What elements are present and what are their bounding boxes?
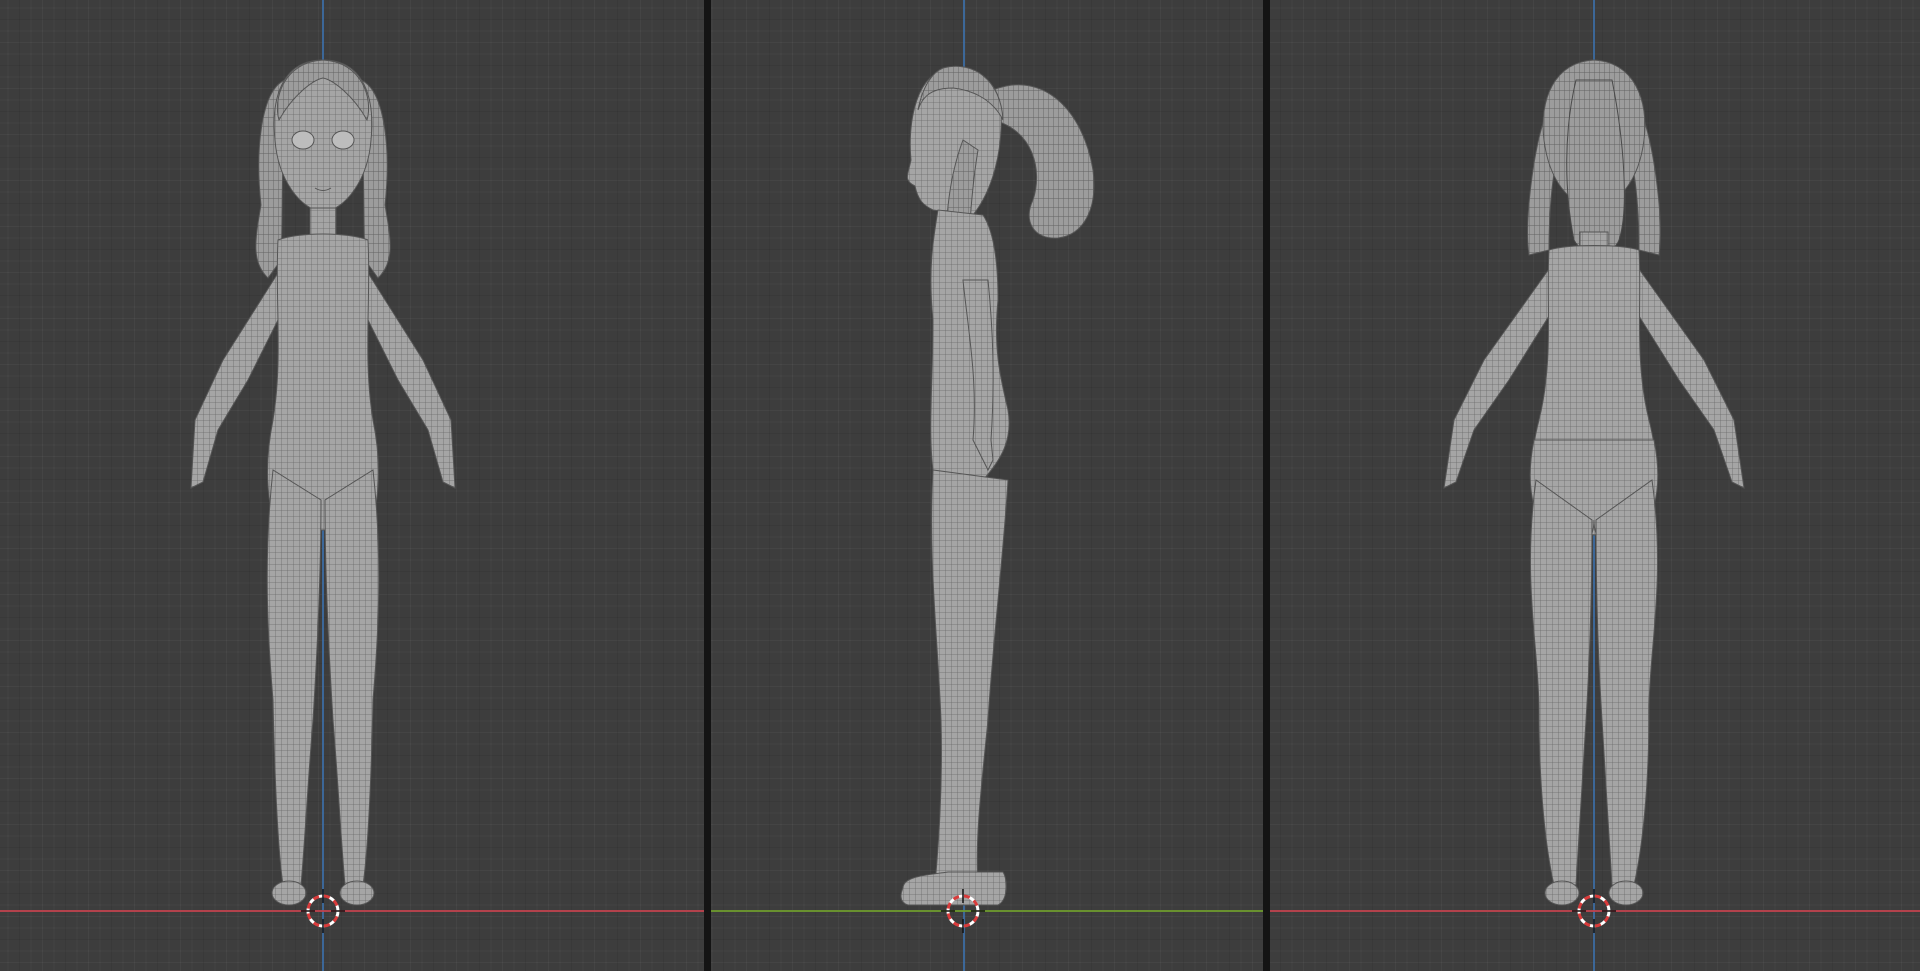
back-viewport[interactable] (1270, 0, 1920, 971)
viewport-area (0, 0, 1920, 971)
viewport-divider[interactable] (704, 0, 711, 971)
side-viewport[interactable] (711, 0, 1263, 971)
character-front-model[interactable] (0, 0, 704, 971)
front-viewport[interactable] (0, 0, 704, 971)
character-side-model[interactable] (711, 0, 1263, 971)
viewport-divider[interactable] (1263, 0, 1270, 971)
character-back-model[interactable] (1270, 0, 1920, 971)
